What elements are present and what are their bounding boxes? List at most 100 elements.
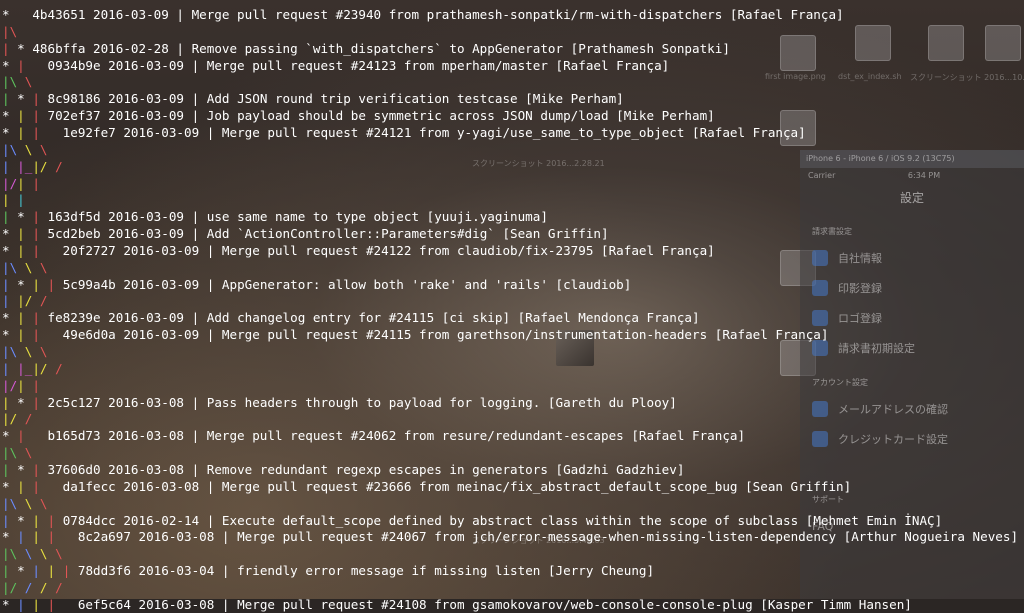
commit-text: da1fecc 2016-03-08 | Merge pull request …	[47, 478, 852, 494]
graph-segment: |	[2, 91, 18, 107]
graph-segment: *	[2, 529, 18, 545]
commit-line: | * | 8c98186 2016-03-09 | Add JSON roun…	[2, 90, 624, 107]
graph-line: |/| |	[2, 377, 40, 394]
graph-segment: \	[39, 141, 48, 157]
commit-text: 1e92fe7 2016-03-09 | Merge pull request …	[47, 124, 806, 140]
graph-line: |\ \	[2, 73, 32, 90]
graph-segment: |	[17, 108, 33, 124]
commit-text: 0934b9e 2016-03-09 | Merge pull request …	[32, 57, 670, 73]
graph-segment: |	[17, 242, 33, 258]
graph-segment: |	[2, 563, 18, 579]
graph-segment: /	[39, 293, 48, 309]
graph-line: |\ \ \	[2, 495, 48, 512]
graph-segment: |	[32, 327, 48, 343]
graph-segment: |/	[2, 175, 18, 191]
graph-segment: |	[2, 192, 18, 208]
graph-segment: *	[2, 124, 18, 140]
commit-line: * | | 5cd2beb 2016-03-09 | Add `ActionCo…	[2, 225, 609, 242]
graph-segment: |	[17, 226, 33, 242]
graph-segment: |	[32, 563, 48, 579]
graph-segment: |	[32, 596, 48, 612]
commit-line: * | | | 6ef5c64 2016-03-08 | Merge pull …	[2, 596, 912, 613]
graph-segment: |	[17, 529, 33, 545]
graph-segment: |	[17, 192, 33, 208]
graph-segment: |\	[2, 259, 25, 275]
graph-segment: |_	[17, 158, 33, 174]
commit-line: * | | da1fecc 2016-03-08 | Merge pull re…	[2, 478, 851, 495]
commit-line: | * | | 0784dcc 2016-02-14 | Execute def…	[2, 512, 942, 529]
graph-segment: |	[17, 57, 33, 73]
graph-segment: |	[2, 276, 18, 292]
graph-line: | |/ /	[2, 292, 48, 309]
commit-line: * | b165d73 2016-03-08 | Merge pull requ…	[2, 427, 745, 444]
graph-segment: |	[17, 478, 33, 494]
commit-line: | * | 163df5d 2016-03-09 | use same name…	[2, 208, 548, 225]
graph-segment: |	[32, 242, 48, 258]
graph-segment: |	[62, 563, 78, 579]
commit-line: | * | | | 78dd3f6 2016-03-04 | friendly …	[2, 562, 654, 579]
graph-segment: |	[47, 512, 63, 528]
graph-segment: |	[47, 276, 63, 292]
graph-segment: *	[2, 108, 18, 124]
commit-line: | * 486bffa 2016-02-28 | Remove passing …	[2, 40, 730, 57]
graph-segment: *	[2, 7, 10, 22]
graph-segment: *	[2, 57, 18, 73]
graph-segment: |\	[2, 445, 25, 461]
commit-line: * | | fe8239e 2016-03-09 | Add changelog…	[2, 309, 700, 326]
graph-line: |\ \ \	[2, 259, 48, 276]
commit-line: * | | 1e92fe7 2016-03-09 | Merge pull re…	[2, 124, 806, 141]
graph-segment: |	[47, 563, 63, 579]
graph-segment: |	[32, 108, 48, 124]
graph-segment: *	[17, 563, 33, 579]
commit-text: b165d73 2016-03-08 | Merge pull request …	[32, 428, 746, 444]
graph-segment: |	[2, 40, 18, 56]
graph-segment: /	[55, 158, 63, 174]
commit-text: 6ef5c64 2016-03-08 | Merge pull request …	[62, 596, 912, 612]
commit-text: fe8239e 2016-03-09 | Add changelog entry…	[47, 310, 700, 326]
commit-text: 486bffa 2016-02-28 | Remove passing `wit…	[32, 40, 730, 56]
graph-segment: *	[2, 310, 18, 326]
graph-segment: |/	[32, 360, 56, 376]
commit-text: 163df5d 2016-03-09 | use same name to ty…	[47, 209, 548, 225]
graph-segment: |/	[2, 411, 25, 427]
graph-line: |\ \	[2, 444, 32, 461]
graph-segment: *	[2, 242, 18, 258]
graph-segment: |\	[2, 546, 25, 562]
graph-segment: |	[32, 478, 48, 494]
graph-segment: \	[39, 259, 48, 275]
commit-line: * 4b43651 2016-03-09 | Merge pull reques…	[2, 6, 844, 23]
graph-segment: |	[17, 428, 33, 444]
graph-segment: |/	[2, 377, 18, 393]
graph-segment: \	[39, 495, 48, 511]
graph-segment: |	[17, 327, 33, 343]
commit-line: | * | 2c5c127 2016-03-08 | Pass headers …	[2, 394, 677, 411]
graph-segment: \	[24, 74, 33, 90]
commit-line: * | 0934b9e 2016-03-09 | Merge pull requ…	[2, 57, 669, 74]
graph-segment: |\	[2, 74, 25, 90]
commit-text: 0784dcc 2016-02-14 | Execute default_sco…	[62, 512, 943, 528]
graph-line: |/| |	[2, 175, 40, 192]
graph-segment: |	[2, 293, 18, 309]
graph-segment: *	[17, 512, 33, 528]
graph-segment: |	[47, 596, 63, 612]
graph-segment: |\	[2, 23, 18, 39]
graph-line: |\ \ \	[2, 141, 48, 158]
graph-segment: *	[17, 276, 33, 292]
graph-segment: |	[2, 158, 18, 174]
graph-segment: |	[32, 377, 40, 393]
commit-text: 78dd3f6 2016-03-04 | friendly error mess…	[77, 563, 655, 579]
graph-segment: |	[32, 226, 48, 242]
graph-line: |/ /	[2, 410, 32, 427]
terminal-git-log-output[interactable]: * 4b43651 2016-03-09 | Merge pull reques…	[0, 0, 1024, 612]
commit-line: | * | | 5c99a4b 2016-03-09 | AppGenerato…	[2, 276, 631, 293]
commit-text: 5cd2beb 2016-03-09 | Add `ActionControll…	[47, 226, 609, 242]
graph-segment: |	[32, 175, 40, 191]
graph-segment: \	[24, 546, 40, 562]
graph-segment: *	[2, 596, 18, 612]
commit-line: * | | | 8c2a697 2016-03-08 | Merge pull …	[2, 528, 1018, 545]
graph-segment: \	[24, 495, 40, 511]
graph-segment: *	[2, 428, 18, 444]
graph-segment: |	[2, 512, 18, 528]
commit-line: | * | 37606d0 2016-03-08 | Remove redund…	[2, 461, 684, 478]
graph-segment: |	[32, 310, 48, 326]
